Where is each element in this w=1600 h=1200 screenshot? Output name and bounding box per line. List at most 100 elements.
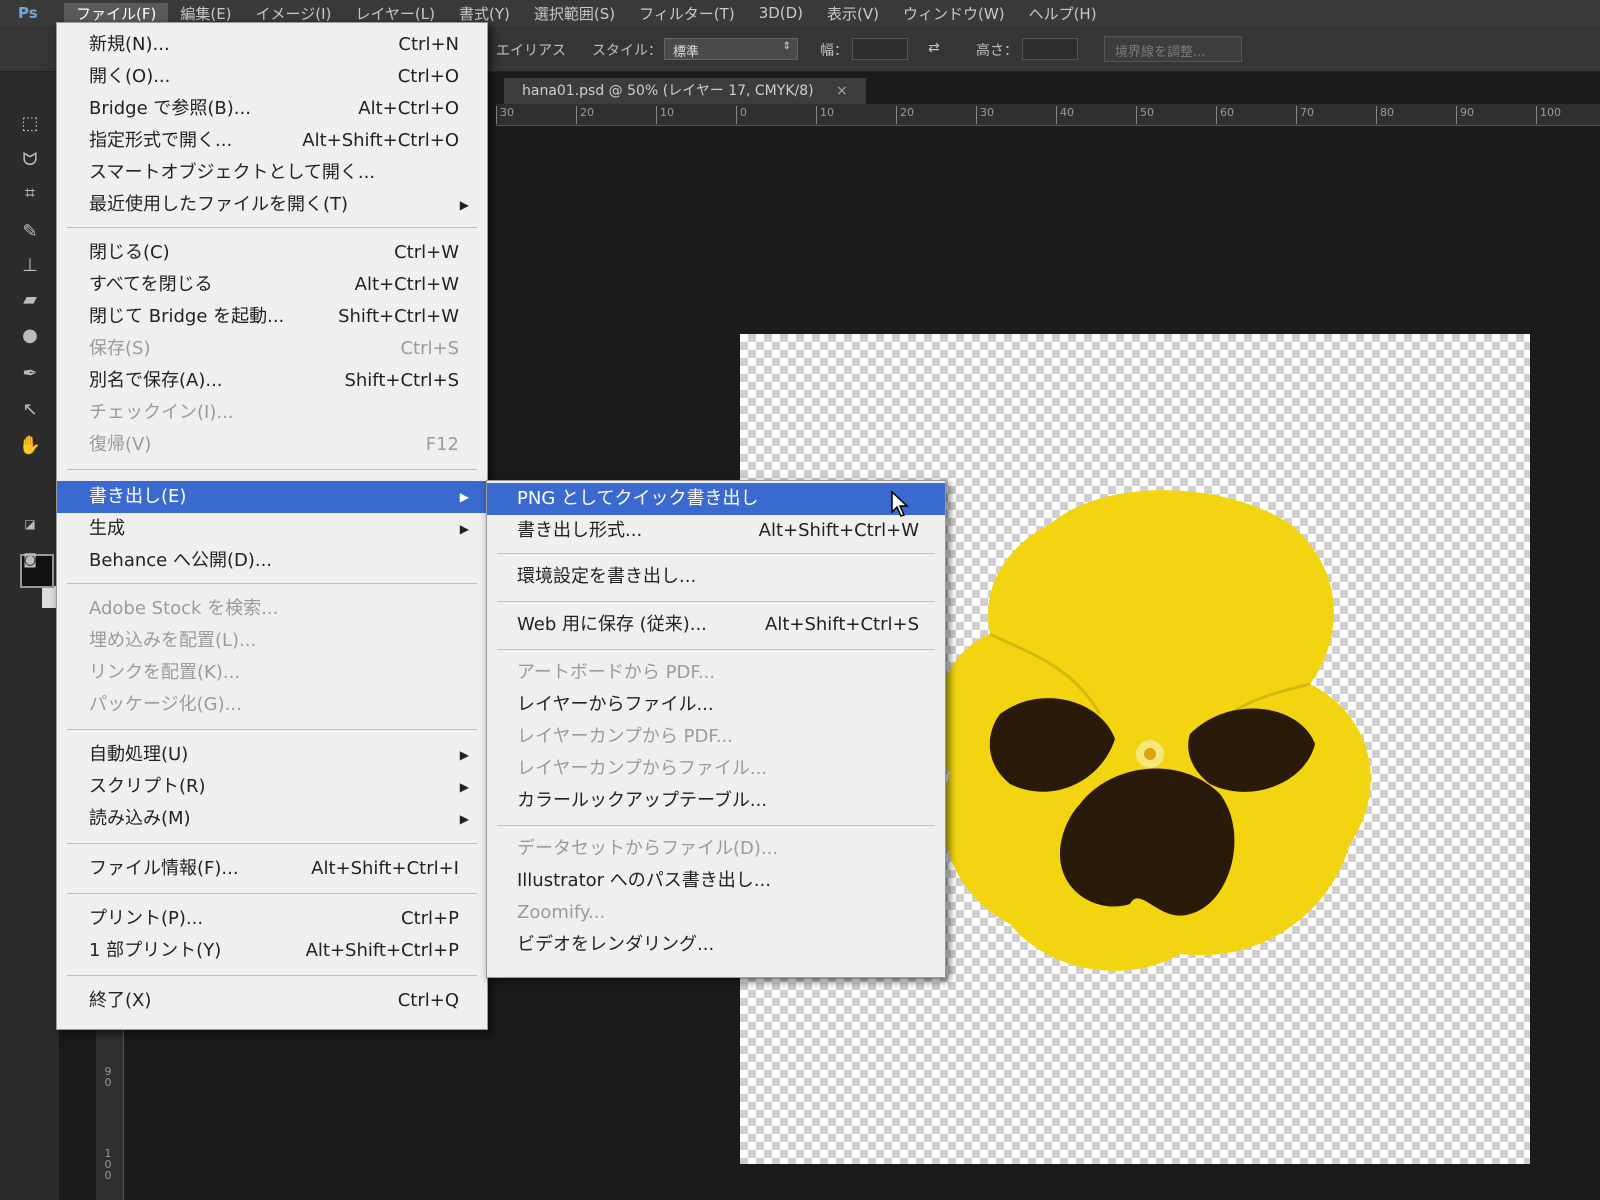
crop-icon[interactable]: ⌗ [18,182,42,206]
menu-item-label: プリント(P)... [89,908,204,929]
menu-item-exit[interactable]: 終了(X) Ctrl+Q [57,985,487,1017]
menu-item-save[interactable]: 保存(S) Ctrl+S [57,333,487,365]
menu-item-layer-comps-to-pdf[interactable]: レイヤーカンプから PDF... [487,721,945,753]
menu-item-save-for-web[interactable]: Web 用に保存 (従来)... Alt+Shift+Ctrl+S [487,609,945,641]
menu-window[interactable]: ウィンドウ(W) [891,3,1017,24]
menu-item-render-video[interactable]: ビデオをレンダリング... [487,929,945,961]
menu-item-export[interactable]: 書き出し(E) ▶ [57,481,487,513]
blur-icon[interactable]: ● [18,324,42,348]
menu-item-paths-to-illustrator[interactable]: Illustrator へのパス書き出し... [487,865,945,897]
menu-item-close[interactable]: 閉じる(C) Ctrl+W [57,237,487,269]
menu-file[interactable]: ファイル(F) [64,2,169,24]
menu-item-zoomify[interactable]: Zoomify... [487,897,945,929]
menu-item-color-lookup-tables[interactable]: カラールックアップテーブル... [487,785,945,817]
ruler-tick: 40 [1056,106,1074,124]
menu-item-open[interactable]: 開く(O)... Ctrl+O [57,61,487,93]
menu-item-shortcut: Alt+Ctrl+O [358,98,459,119]
menu-item-open-as[interactable]: 指定形式で開く... Alt+Shift+Ctrl+O [57,125,487,157]
menu-item-data-sets-as-files[interactable]: データセットからファイル(D)... [487,833,945,865]
ruler-tick: 30 [496,106,514,124]
menu-item-label: アートボードから PDF... [517,662,715,683]
menu-item-revert[interactable]: 復帰(V) F12 [57,429,487,461]
eraser-icon[interactable]: ▰ [18,288,42,312]
menu-item-layer-comps-to-files[interactable]: レイヤーカンプからファイル... [487,753,945,785]
style-select[interactable]: 標準 ⇕ [664,38,798,60]
menu-separator [67,469,477,470]
menu-separator [67,893,477,894]
document-tab[interactable]: hana01.psd @ 50% (レイヤー 17, CMYK/8) × [504,78,866,104]
menu-item-print-one-copy[interactable]: 1 部プリント(Y) Alt+Shift+Ctrl+P [57,935,487,967]
ruler-tick: 50 [1136,106,1154,124]
stamp-icon[interactable]: ⊥ [18,254,42,278]
swap-icon[interactable]: ⇄ [928,40,940,56]
menu-help[interactable]: ヘルプ(H) [1017,3,1109,24]
menu-item-generate[interactable]: 生成 ▶ [57,513,487,545]
menu-item-check-in[interactable]: チェックイン(I)... [57,397,487,429]
menu-item-search-adobe-stock[interactable]: Adobe Stock を検索... [57,593,487,625]
menu-item-shortcut: Alt+Shift+Ctrl+W [758,520,919,541]
menu-item-label: Behance へ公開(D)... [89,550,273,571]
menu-item-share-on-behance[interactable]: Behance へ公開(D)... [57,545,487,577]
horizontal-ruler[interactable]: 30 20 10 0 10 20 30 40 50 60 70 80 90 10… [496,104,1600,126]
menu-item-open-as-smart-object[interactable]: スマートオブジェクトとして開く... [57,157,487,189]
pen-icon[interactable]: ✒ [18,362,42,386]
close-icon[interactable]: × [836,83,848,99]
menu-edit[interactable]: 編集(E) [168,3,243,24]
menu-item-scripts[interactable]: スクリプト(R) ▶ [57,771,487,803]
rect-marquee-icon[interactable]: ⬚ [18,112,42,136]
menu-item-shortcut: Alt+Shift+Ctrl+I [311,858,459,879]
menu-item-automate[interactable]: 自動処理(U) ▶ [57,739,487,771]
menu-item-open-recent[interactable]: 最近使用したファイルを開く(T) ▶ [57,189,487,221]
menu-item-layers-to-files[interactable]: レイヤーからファイル... [487,689,945,721]
menu-item-label: 埋め込みを配置(L)... [89,630,257,651]
menu-3d[interactable]: 3D(D) [747,4,815,22]
menu-item-label: 生成 [89,518,125,539]
ruler-tick: 0 [736,106,747,124]
brush-icon[interactable]: ✎ [18,220,42,244]
lasso-icon[interactable]: ᗢ [18,148,42,172]
menu-item-package[interactable]: パッケージ化(G)... [57,689,487,721]
height-label: 高さ： [976,43,1018,59]
menu-item-export-preferences[interactable]: 環境設定を書き出し... [487,561,945,593]
menu-item-print[interactable]: プリント(P)... Ctrl+P [57,903,487,935]
menu-layer[interactable]: レイヤー(L) [343,3,447,24]
style-select-value: 標準 [673,45,700,60]
menu-item-shortcut: Shift+Ctrl+S [344,370,459,391]
menu-type[interactable]: 書式(Y) [447,3,522,24]
menu-view[interactable]: 表示(V) [815,3,891,24]
menu-filter[interactable]: フィルター(T) [627,3,747,24]
menu-item-save-as[interactable]: 別名で保存(A)... Shift+Ctrl+S [57,365,487,397]
menu-item-import[interactable]: 読み込み(M) ▶ [57,803,487,835]
hand-icon[interactable]: ✋ [18,434,42,458]
ruler-tick: 60 [1216,106,1234,124]
antialias-checkbox-label[interactable]: エイリアス [496,40,566,60]
refine-edge-button[interactable]: 境界線を調整... [1104,36,1242,62]
menu-item-label: ファイル情報(F)... [89,858,239,879]
quick-mask-icon[interactable]: ◙ [18,548,42,572]
menu-item-export-as[interactable]: 書き出し形式... Alt+Shift+Ctrl+W [487,515,945,547]
vruler-tick: 9 0 [104,1065,112,1089]
width-field[interactable] [852,38,908,60]
menu-select[interactable]: 選択範囲(S) [522,3,627,24]
vertical-ruler[interactable]: 9 0 1 0 0 [96,1030,124,1200]
height-field[interactable] [1022,38,1078,60]
menu-item-file-info[interactable]: ファイル情報(F)... Alt+Shift+Ctrl+I [57,853,487,885]
file-menu: 新規(N)... Ctrl+N 開く(O)... Ctrl+O Bridge で参照… [56,22,488,1030]
menu-item-new[interactable]: 新規(N)... Ctrl+N [57,29,487,61]
style-label: スタイル： [592,43,662,59]
menu-item-quick-export-png[interactable]: PNG としてクイック書き出し [487,483,945,515]
menu-item-close-all[interactable]: すべてを閉じる Alt+Ctrl+W [57,269,487,301]
menu-image[interactable]: イメージ(I) [244,3,344,24]
background-color-swatch[interactable] [42,586,56,608]
menu-item-place-linked[interactable]: リンクを配置(K)... [57,657,487,689]
menu-item-label: スマートオブジェクトとして開く... [89,162,376,183]
menu-item-artboards-to-pdf[interactable]: アートボードから PDF... [487,657,945,689]
menu-item-close-and-go-to-bridge[interactable]: 閉じて Bridge を起動... Shift+Ctrl+W [57,301,487,333]
default-colors-icon[interactable]: ◪ [18,512,42,536]
ruler-tick: 30 [976,106,994,124]
select-arrow-icon[interactable]: ↖ [18,398,42,422]
menu-item-browse-in-bridge[interactable]: Bridge で参照(B)... Alt+Ctrl+O [57,93,487,125]
menu-item-place-embedded[interactable]: 埋め込みを配置(L)... [57,625,487,657]
menu-item-shortcut: Alt+Ctrl+W [354,274,459,295]
menu-item-shortcut: Ctrl+Q [397,990,459,1011]
